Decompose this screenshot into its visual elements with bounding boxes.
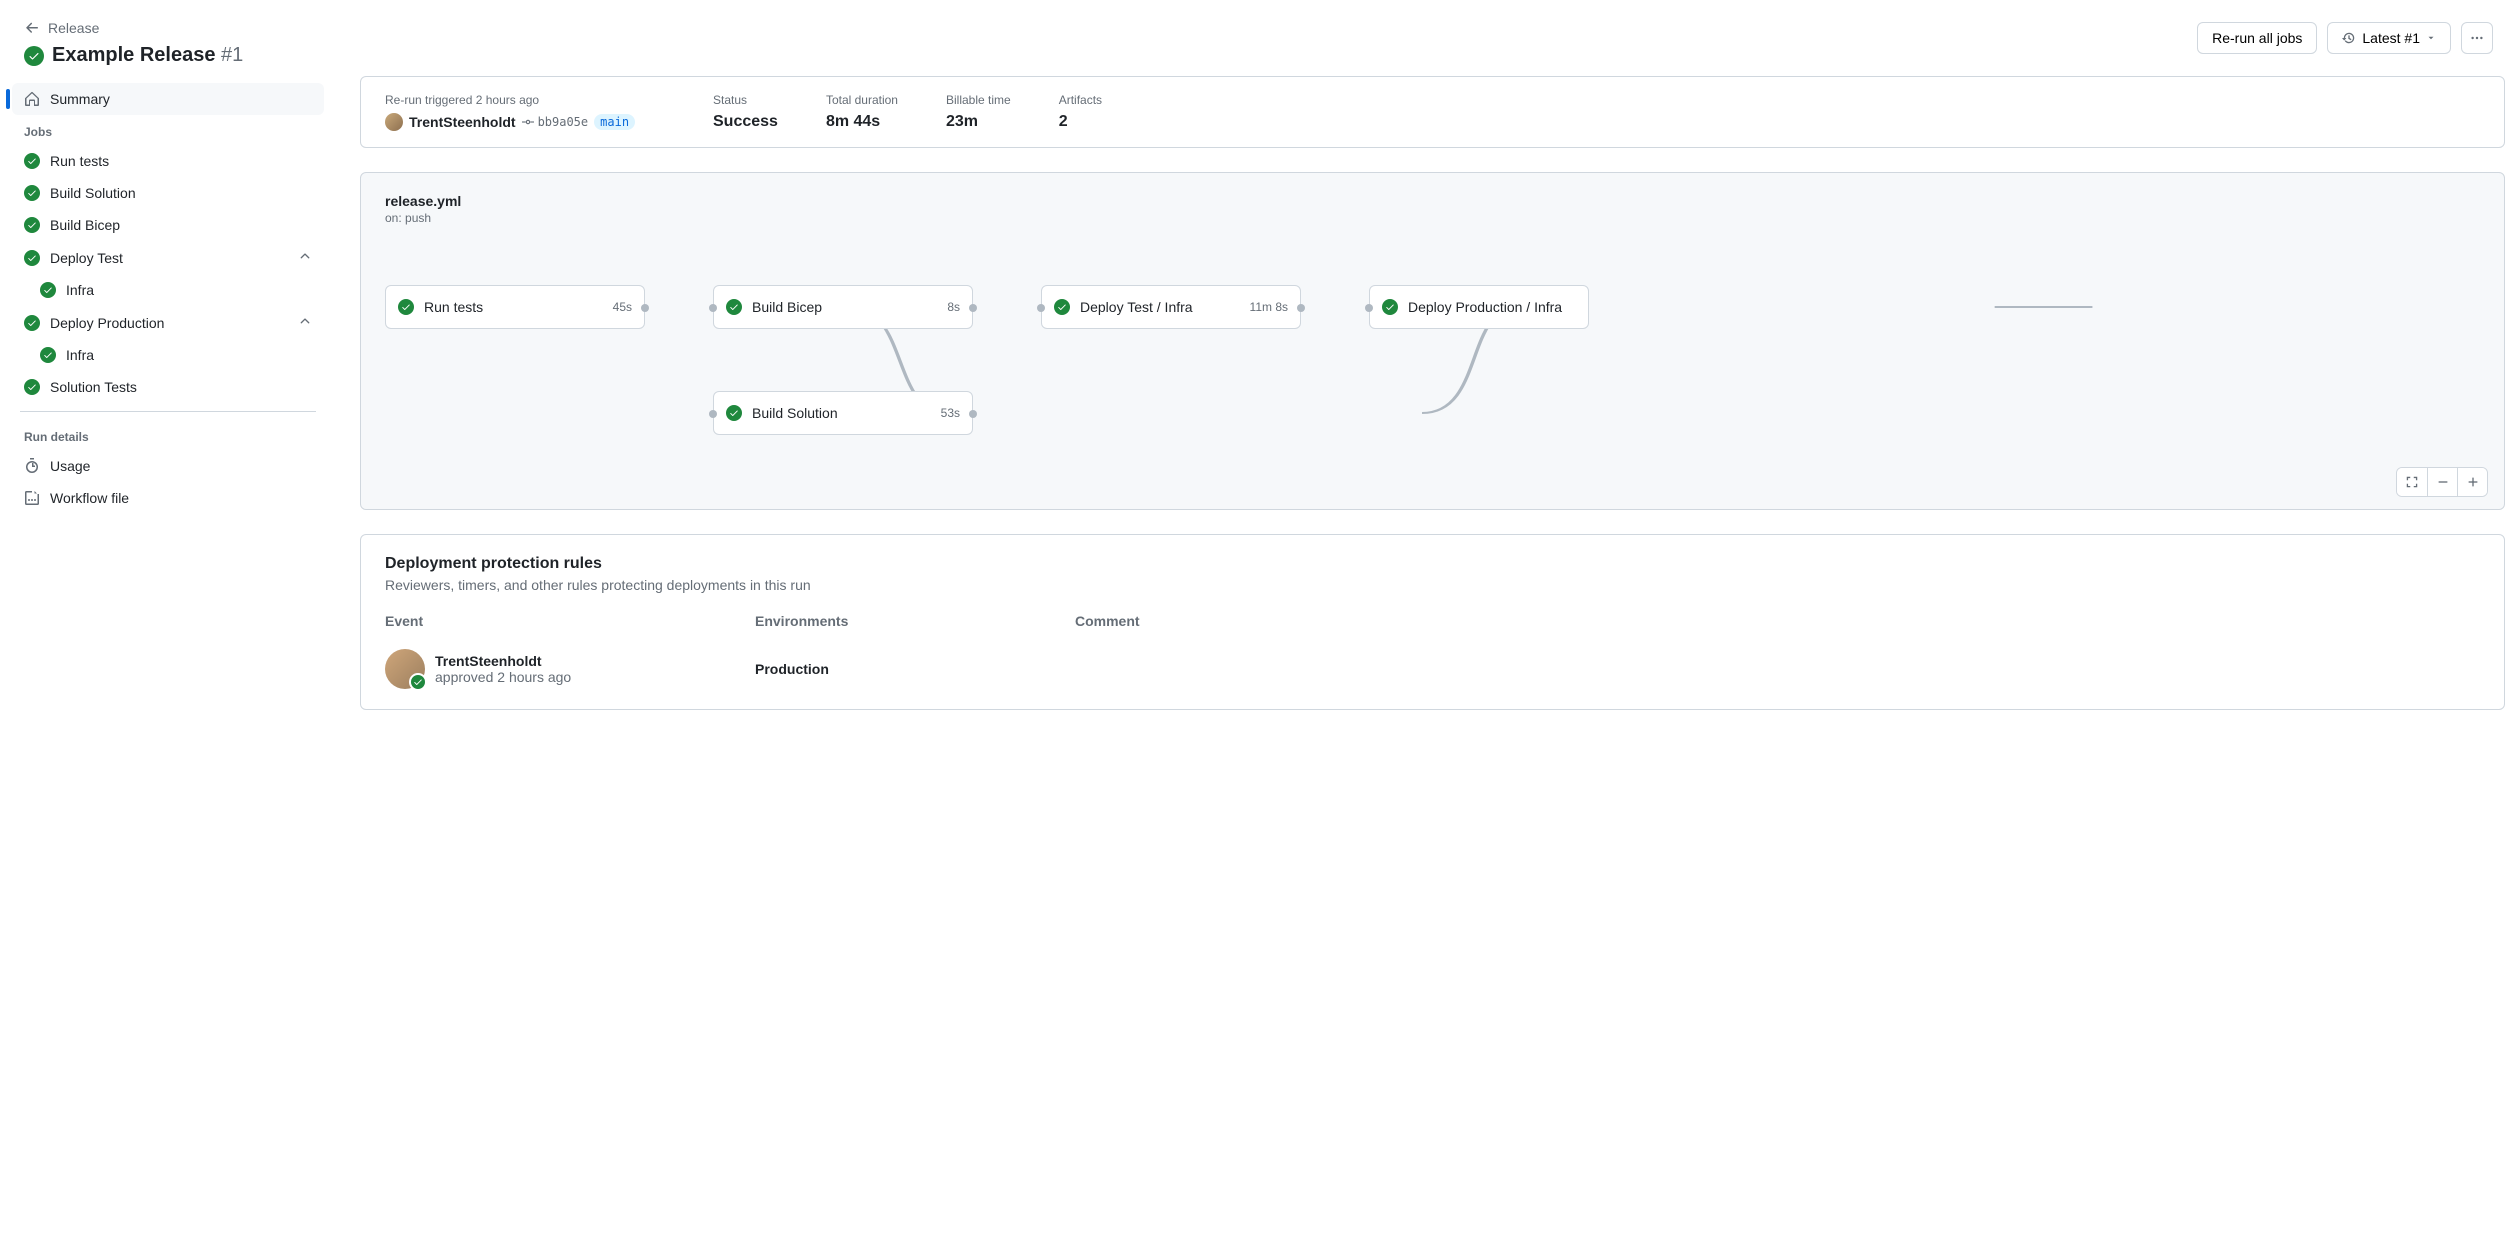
sidebar-item-label: Workflow file [50,490,312,506]
approver-name[interactable]: TrentSteenholdt [435,653,571,669]
sidebar-item-label: Infra [66,282,312,298]
protection-rule-row: TrentSteenholdt approved 2 hours ago Pro… [385,639,2480,689]
caret-down-icon [2426,33,2436,43]
success-icon [40,347,56,363]
workflow-file-icon [24,490,40,506]
success-status-icon [24,46,44,66]
sidebar-item-label: Usage [50,458,312,474]
history-icon [2342,31,2356,45]
run-artifacts: Artifacts 2 [1059,93,1102,131]
workflow-node-build-bicep[interactable]: Build Bicep 8s [713,285,973,329]
workflow-graph[interactable]: Run tests 45s Build Bicep 8s Build Solut… [385,265,2480,485]
success-icon [24,379,40,395]
topbar: Re-run all jobs Latest #1 [360,16,2505,60]
workflow-node-run-tests[interactable]: Run tests 45s [385,285,645,329]
success-icon [24,250,40,266]
sidebar-job-deploy-production-infra[interactable]: Infra [12,339,324,371]
run-status: Status Success [713,93,778,131]
protection-rules-subtitle: Reviewers, timers, and other rules prote… [385,577,2480,593]
sidebar-job-build-bicep[interactable]: Build Bicep [12,209,324,241]
sidebar-item-label: Run tests [50,153,312,169]
back-arrow-icon[interactable] [24,20,40,36]
success-icon [24,217,40,233]
workflow-node-deploy-production[interactable]: Deploy Production / Infra [1369,285,1589,329]
sidebar-heading-jobs: Jobs [8,115,328,145]
workflow-graph-card: release.yml on: push [360,172,2505,510]
fullscreen-button[interactable] [2397,468,2427,496]
sidebar-item-summary[interactable]: Summary [12,83,324,115]
avatar [385,113,403,131]
home-icon [24,91,40,107]
sidebar-item-label: Build Bicep [50,217,312,233]
branch-badge[interactable]: main [594,114,635,130]
triggered-by-user[interactable]: TrentSteenholdt [409,114,516,130]
sidebar-item-label: Build Solution [50,185,312,201]
approval-action: approved 2 hours ago [435,669,571,685]
zoom-in-button[interactable] [2457,468,2487,496]
run-trigger-info: Re-run triggered 2 hours ago TrentSteenh… [385,93,665,131]
success-icon [24,185,40,201]
kebab-menu-button[interactable] [2461,22,2493,54]
protection-rules-title: Deployment protection rules [385,555,2480,573]
stopwatch-icon [24,458,40,474]
workflow-node-build-solution[interactable]: Build Solution 53s [713,391,973,435]
sidebar-job-build-solution[interactable]: Build Solution [12,177,324,209]
run-info-card: Re-run triggered 2 hours ago TrentSteenh… [360,76,2505,148]
success-icon [24,153,40,169]
sidebar-job-run-tests[interactable]: Run tests [12,145,324,177]
success-icon [726,299,742,315]
sidebar: Release Example Release #1 Summary Jobs … [0,0,336,1258]
zoom-out-button[interactable] [2427,468,2457,496]
protection-rules-headers: Event Environments Comment [385,613,2480,639]
commit-link[interactable]: bb9a05e [522,115,589,129]
workflow-trigger: on: push [385,211,2480,225]
sidebar-item-workflow-file[interactable]: Workflow file [12,482,324,514]
page-title-row: Example Release #1 [8,44,328,83]
sidebar-job-deploy-test[interactable]: Deploy Test [12,241,324,274]
sidebar-item-label: Deploy Test [50,250,288,266]
workflow-node-deploy-test[interactable]: Deploy Test / Infra 11m 8s [1041,285,1301,329]
success-icon [40,282,56,298]
graph-zoom-controls [2396,467,2488,497]
sidebar-item-label: Solution Tests [50,379,312,395]
chevron-up-icon[interactable] [298,249,312,266]
success-icon [398,299,414,315]
run-billable: Billable time 23m [946,93,1011,131]
breadcrumb: Release [8,16,328,40]
sidebar-item-label: Summary [50,91,312,107]
sidebar-heading-run-details: Run details [8,420,328,450]
success-icon [726,405,742,421]
page-title: Example Release #1 [52,44,243,67]
sidebar-job-deploy-test-infra[interactable]: Infra [12,274,324,306]
rerun-all-jobs-button[interactable]: Re-run all jobs [2197,22,2317,54]
run-duration: Total duration 8m 44s [826,93,898,131]
protection-rules-card: Deployment protection rules Reviewers, t… [360,534,2505,710]
success-icon [24,315,40,331]
sidebar-item-label: Deploy Production [50,315,288,331]
workflow-file-name[interactable]: release.yml [385,193,2480,209]
main-content: Re-run all jobs Latest #1 Re-run trigge [336,0,2505,1258]
environment-name: Production [755,661,1075,677]
sidebar-job-solution-tests[interactable]: Solution Tests [12,371,324,403]
approved-badge-icon [409,673,427,691]
chevron-up-icon[interactable] [298,314,312,331]
breadcrumb-parent-link[interactable]: Release [48,20,99,36]
kebab-icon [2470,31,2484,45]
sidebar-item-usage[interactable]: Usage [12,450,324,482]
latest-run-dropdown[interactable]: Latest #1 [2327,22,2451,54]
avatar [385,649,425,689]
success-icon [1382,299,1398,315]
success-icon [1054,299,1070,315]
divider [20,411,316,412]
sidebar-job-deploy-production[interactable]: Deploy Production [12,306,324,339]
sidebar-item-label: Infra [66,347,312,363]
